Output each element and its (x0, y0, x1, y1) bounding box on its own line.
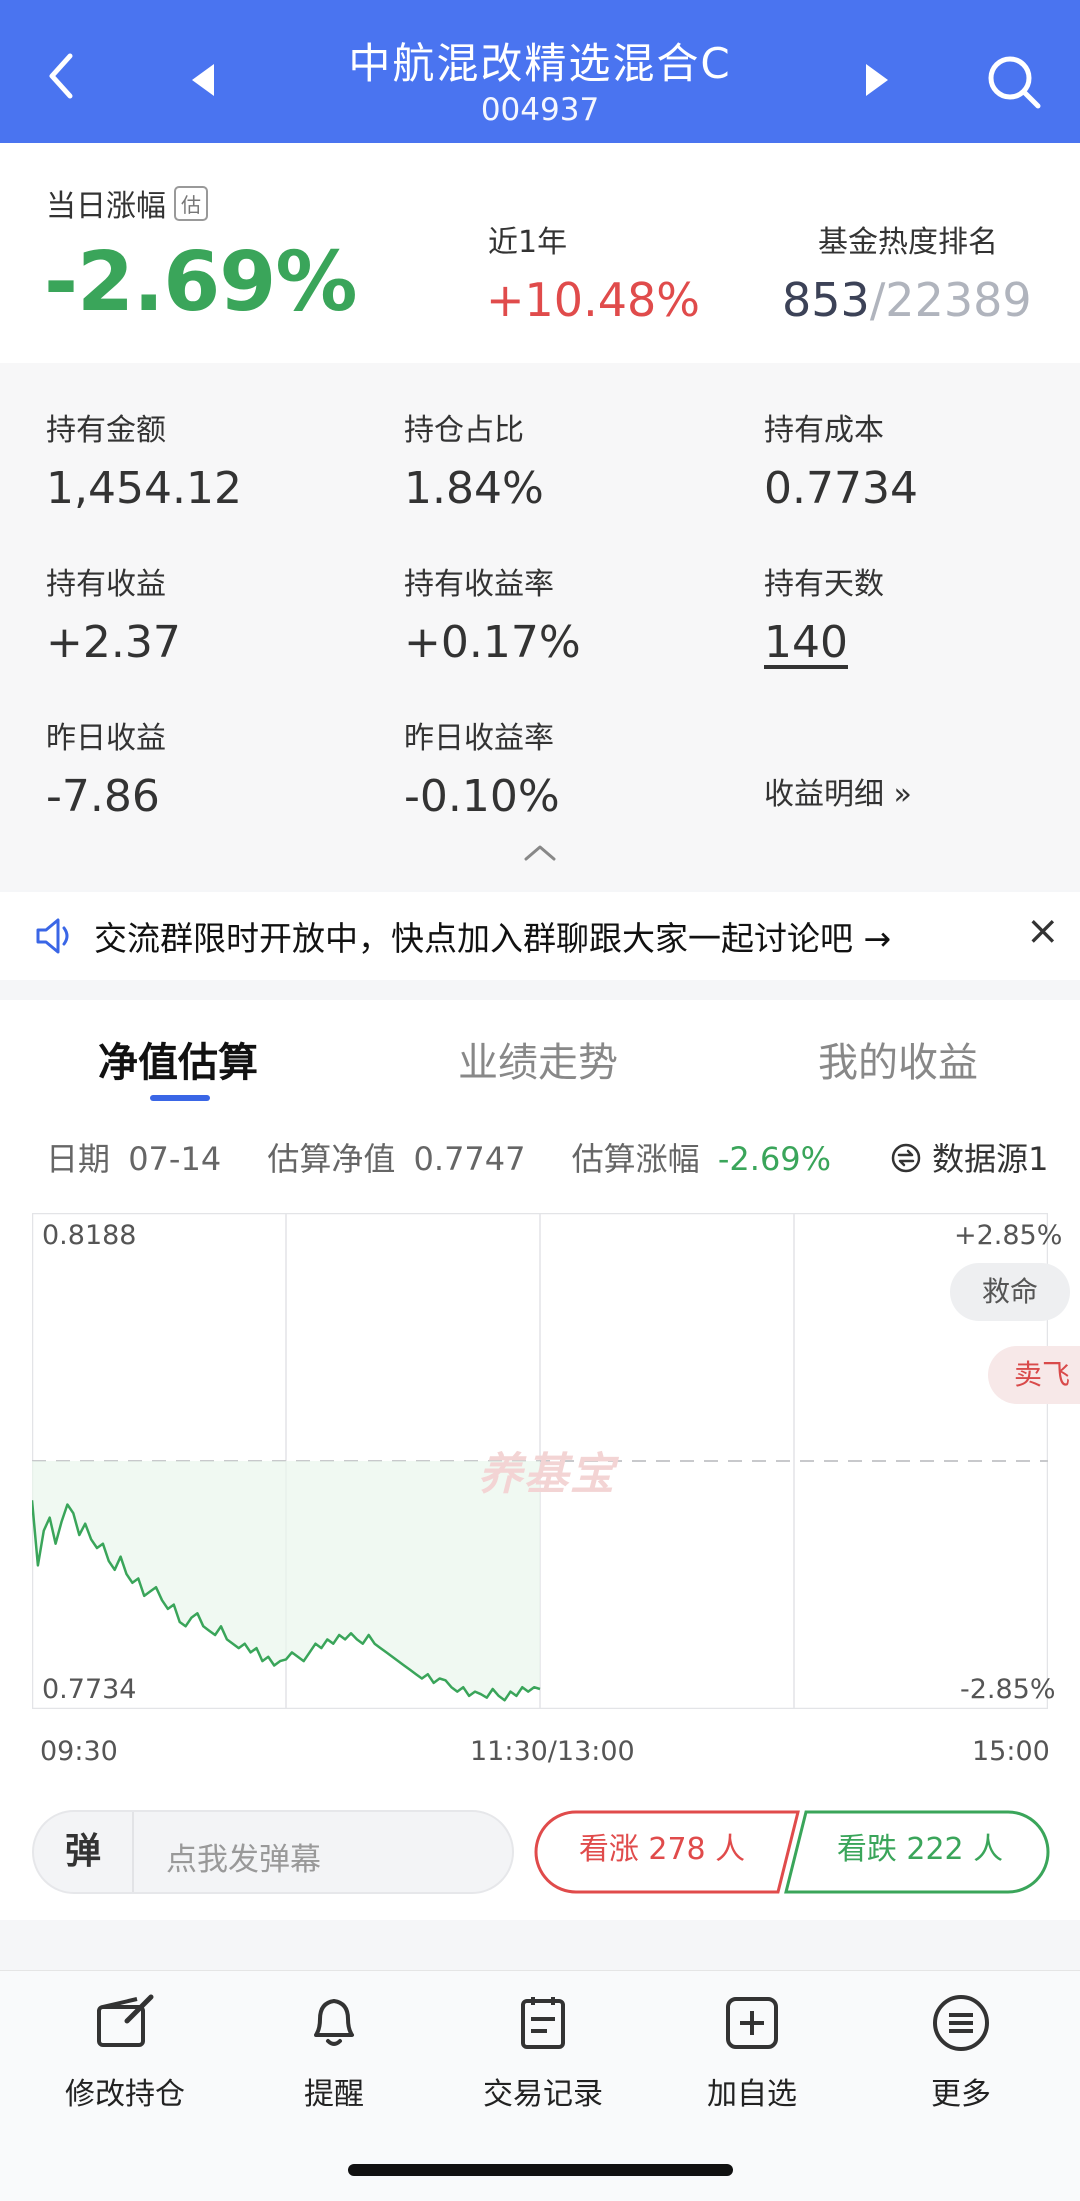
fund-code: 004937 (480, 92, 600, 128)
change-value: -2.69% (717, 1140, 832, 1178)
heat-rank-value: 853 (782, 273, 870, 327)
vote-up-button[interactable]: 看涨 278 人 (540, 1810, 784, 1894)
reminder-button[interactable]: 提醒 (244, 1991, 424, 2113)
nav-label: 估算净值 (267, 1140, 396, 1178)
change-label: 估算涨幅 (571, 1140, 700, 1178)
x-mid-label: 11:30/13:00 (470, 1736, 635, 1767)
heat-rank-label[interactable]: 基金热度排名 (818, 217, 998, 261)
holding-ratio-label: 持仓占比 (404, 413, 524, 448)
holding-amount-value: 1,454.12 (46, 463, 242, 514)
notice-text[interactable]: 交流群限时开放中，快点加入群聊跟大家一起讨论吧 → (94, 912, 891, 960)
info-row: 日期 07-14 估算净值 0.7747 估算涨幅 -2.69% (46, 1134, 831, 1180)
danmu-placeholder[interactable]: 点我发弹幕 (166, 1834, 321, 1879)
add-watchlist-label: 加自选 (707, 2077, 797, 2112)
holding-profit: 持有收益 +2.37 (46, 559, 181, 668)
y-max-label: 0.8188 (42, 1220, 137, 1251)
edit-holding-button[interactable]: 修改持仓 (35, 1991, 215, 2113)
x-start-label: 09:30 (40, 1736, 118, 1767)
daily-change-label: 当日涨幅 (46, 189, 166, 224)
watermark-logo: 养基宝 (478, 1449, 616, 1500)
y-max-pct-label: +2.85% (954, 1220, 1063, 1251)
holding-cost-label: 持有成本 (764, 413, 884, 448)
holding-profit-rate-value: +0.17% (404, 617, 581, 668)
holding-profit-rate-label: 持有收益率 (404, 567, 554, 602)
holding-days[interactable]: 持有天数 140 (764, 559, 884, 668)
add-watchlist-button[interactable]: 加自选 (662, 1991, 842, 2113)
x-end-label: 15:00 (972, 1736, 1050, 1767)
danmu-pill[interactable]: 救命 (950, 1263, 1070, 1321)
next-fund-icon[interactable] (864, 62, 890, 98)
nav-value: 0.7747 (413, 1140, 526, 1178)
holding-profit-rate: 持有收益率 +0.17% (404, 559, 581, 668)
data-source-label: 数据源1 (932, 1140, 1049, 1178)
fund-summary: 当日涨幅估 -2.69% 近1年 +10.48% 基金热度排名 853/2238… (0, 143, 1080, 363)
reminder-label: 提醒 (304, 2077, 364, 2112)
date-value: 07-14 (128, 1140, 222, 1178)
holding-amount-label: 持有金额 (46, 413, 166, 448)
tab-performance[interactable]: 业绩走势 (458, 1030, 618, 1088)
yesterday-profit: 昨日收益 -7.86 (46, 713, 166, 822)
profit-detail-link[interactable]: 收益明细 » (764, 769, 912, 813)
heat-rank[interactable]: 853/22389 (782, 273, 1032, 327)
holding-profit-label: 持有收益 (46, 567, 166, 602)
add-square-icon (720, 1997, 784, 2059)
clipboard-icon (511, 1997, 575, 2059)
active-tab-indicator (150, 1095, 210, 1101)
holding-days-label: 持有天数 (764, 567, 884, 602)
holding-amount: 持有金额 1,454.12 (46, 405, 242, 514)
swap-icon (890, 1142, 922, 1182)
yesterday-profit-rate: 昨日收益率 -0.10% (404, 713, 560, 822)
edit-holding-icon (93, 1994, 157, 2059)
y-min-pct-label: -2.85% (960, 1674, 1056, 1705)
holding-cost-value: 0.7734 (764, 463, 918, 514)
notice-close-icon[interactable]: × (1026, 908, 1060, 954)
holding-ratio: 持仓占比 1.84% (404, 405, 544, 514)
top-nav-bar: 中航混改精选混合C 004937 (0, 0, 1080, 143)
danmu-input[interactable]: 弹 点我发弹幕 (32, 1810, 514, 1894)
vote-down-button[interactable]: 看跌 222 人 (796, 1810, 1044, 1894)
heat-rank-total: /22389 (869, 273, 1032, 327)
edit-holding-label: 修改持仓 (65, 2077, 185, 2112)
daily-change-value: -2.69% (44, 235, 358, 330)
menu-icon (929, 1995, 993, 2059)
trade-records-button[interactable]: 交易记录 (453, 1991, 633, 2113)
one-year-value: +10.48% (486, 273, 700, 327)
yesterday-profit-value: -7.86 (46, 771, 160, 822)
holding-days-value[interactable]: 140 (764, 617, 884, 668)
tab-my-profit[interactable]: 我的收益 (818, 1030, 978, 1088)
group-notice-banner[interactable]: 交流群限时开放中，快点加入群聊跟大家一起讨论吧 → × (0, 892, 1080, 980)
one-year-label: 近1年 (488, 225, 568, 260)
holding-ratio-value: 1.84% (404, 463, 544, 514)
bell-icon (302, 1999, 366, 2059)
holding-cost: 持有成本 0.7734 (764, 405, 918, 514)
tab-nav-estimate[interactable]: 净值估算 (98, 1030, 258, 1088)
more-label: 更多 (931, 2077, 991, 2112)
more-button[interactable]: 更多 (871, 1991, 1051, 2113)
danmu-icon: 弹 (34, 1812, 134, 1892)
holdings-panel: 持有金额 1,454.12 持仓占比 1.84% 持有成本 0.7734 持有收… (0, 363, 1080, 890)
yesterday-rate-label: 昨日收益率 (404, 721, 554, 756)
yesterday-rate-value: -0.10% (404, 771, 560, 822)
y-min-label: 0.7734 (42, 1674, 137, 1705)
trade-records-label: 交易记录 (483, 2077, 603, 2112)
data-source-switch[interactable]: 数据源1 (890, 1134, 1049, 1182)
date-label: 日期 (46, 1140, 111, 1178)
yesterday-profit-label: 昨日收益 (46, 721, 166, 756)
danmu-pill[interactable]: 卖飞 (988, 1346, 1080, 1404)
collapse-chevron-icon[interactable] (522, 843, 558, 867)
holding-profit-value: +2.37 (46, 617, 181, 668)
search-icon[interactable] (986, 54, 1042, 110)
home-indicator (348, 2164, 733, 2176)
estimate-badge: 估 (174, 186, 208, 221)
speaker-icon (34, 916, 74, 960)
fund-title: 中航混改精选混合C (348, 39, 732, 88)
